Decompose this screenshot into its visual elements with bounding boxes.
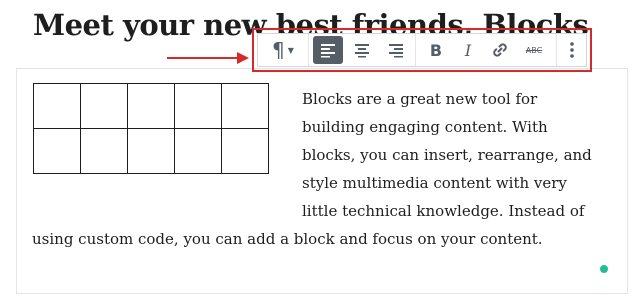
paragraph-block-type-button[interactable]: ¶ ▼ bbox=[263, 36, 303, 64]
italic-button[interactable]: I bbox=[454, 36, 482, 64]
paragraph-text-container[interactable]: Blocks are a great new tool for building… bbox=[32, 85, 604, 253]
align-center-icon bbox=[355, 44, 369, 58]
italic-icon: I bbox=[464, 40, 472, 60]
more-options-button[interactable] bbox=[560, 36, 584, 64]
align-left-button[interactable] bbox=[313, 36, 343, 64]
alignment-group bbox=[309, 34, 415, 66]
block-toolbar: ¶ ▼ B I ABC bbox=[257, 33, 587, 67]
more-group bbox=[557, 34, 586, 66]
pilcrow-icon: ¶ bbox=[272, 38, 285, 62]
align-right-icon bbox=[389, 44, 403, 58]
align-center-button[interactable] bbox=[347, 36, 377, 64]
align-right-button[interactable] bbox=[381, 36, 411, 64]
bold-icon: B bbox=[429, 40, 443, 60]
bold-button[interactable]: B bbox=[422, 36, 450, 64]
float-spacer bbox=[32, 85, 302, 225]
annotation-arrow bbox=[167, 52, 249, 64]
status-dot bbox=[600, 265, 608, 273]
align-left-icon bbox=[321, 44, 335, 58]
strikethrough-icon: ABC bbox=[525, 45, 543, 55]
caret-down-icon: ▼ bbox=[287, 45, 294, 55]
link-button[interactable] bbox=[486, 36, 514, 64]
block-type-group: ¶ ▼ bbox=[258, 34, 308, 66]
format-group: B I ABC bbox=[416, 34, 556, 66]
link-icon bbox=[493, 43, 507, 57]
vertical-ellipsis-icon bbox=[569, 42, 574, 58]
strikethrough-button[interactable]: ABC bbox=[518, 36, 550, 64]
